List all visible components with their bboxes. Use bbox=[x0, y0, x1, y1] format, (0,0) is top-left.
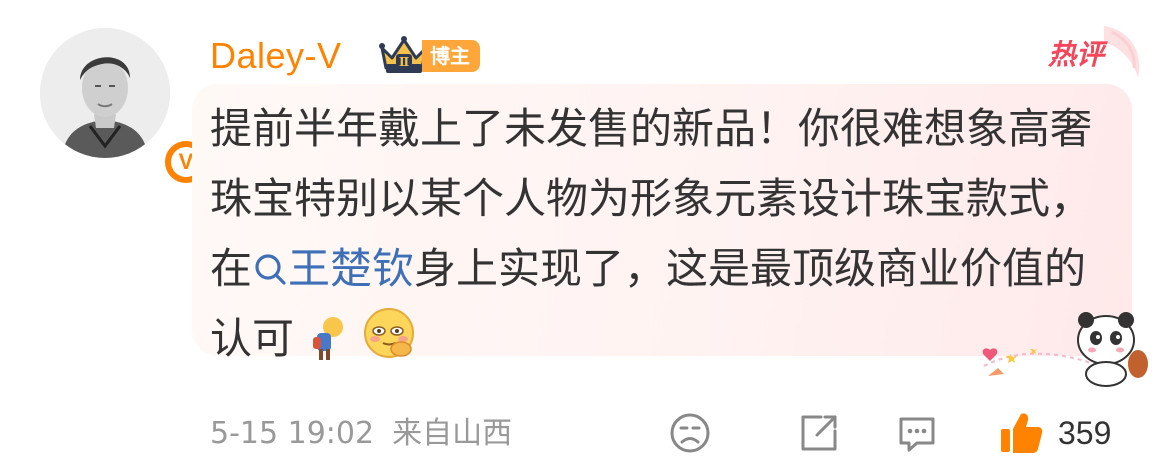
topic-name: 王楚钦 bbox=[288, 244, 415, 293]
username[interactable]: Daley-V bbox=[210, 32, 342, 80]
comment-meta: 5-15 19:02 来自山西 bbox=[210, 414, 512, 454]
share-icon bbox=[801, 415, 837, 451]
comment-button[interactable] bbox=[895, 410, 939, 456]
panda-sticker-icon bbox=[982, 312, 1148, 387]
person-pondering-emoji bbox=[313, 317, 344, 360]
hot-comment-label: 热评 bbox=[1047, 38, 1108, 71]
like-button[interactable]: 359 bbox=[998, 410, 1111, 456]
comment-date: 5-15 19:02 bbox=[210, 416, 375, 451]
like-count: 359 bbox=[1058, 414, 1112, 451]
search-icon bbox=[255, 254, 286, 285]
dislike-face-icon bbox=[670, 413, 710, 453]
dislike-button[interactable] bbox=[668, 410, 712, 456]
user-avatar-photo bbox=[40, 28, 170, 158]
share-button[interactable] bbox=[797, 410, 841, 456]
comment-icon bbox=[899, 417, 935, 452]
role-tag: 博主 bbox=[422, 40, 480, 72]
hot-comment-tag: 热评 bbox=[1047, 26, 1140, 78]
comment-source: 来自山西 bbox=[392, 416, 513, 451]
avatar[interactable]: V bbox=[40, 28, 210, 186]
thumbs-up-icon bbox=[1001, 413, 1043, 453]
crown-level-number: Ⅱ bbox=[399, 55, 409, 69]
topic-link[interactable]: 王楚钦 bbox=[252, 244, 414, 293]
blushing-hand-chin-emoji bbox=[363, 308, 414, 358]
